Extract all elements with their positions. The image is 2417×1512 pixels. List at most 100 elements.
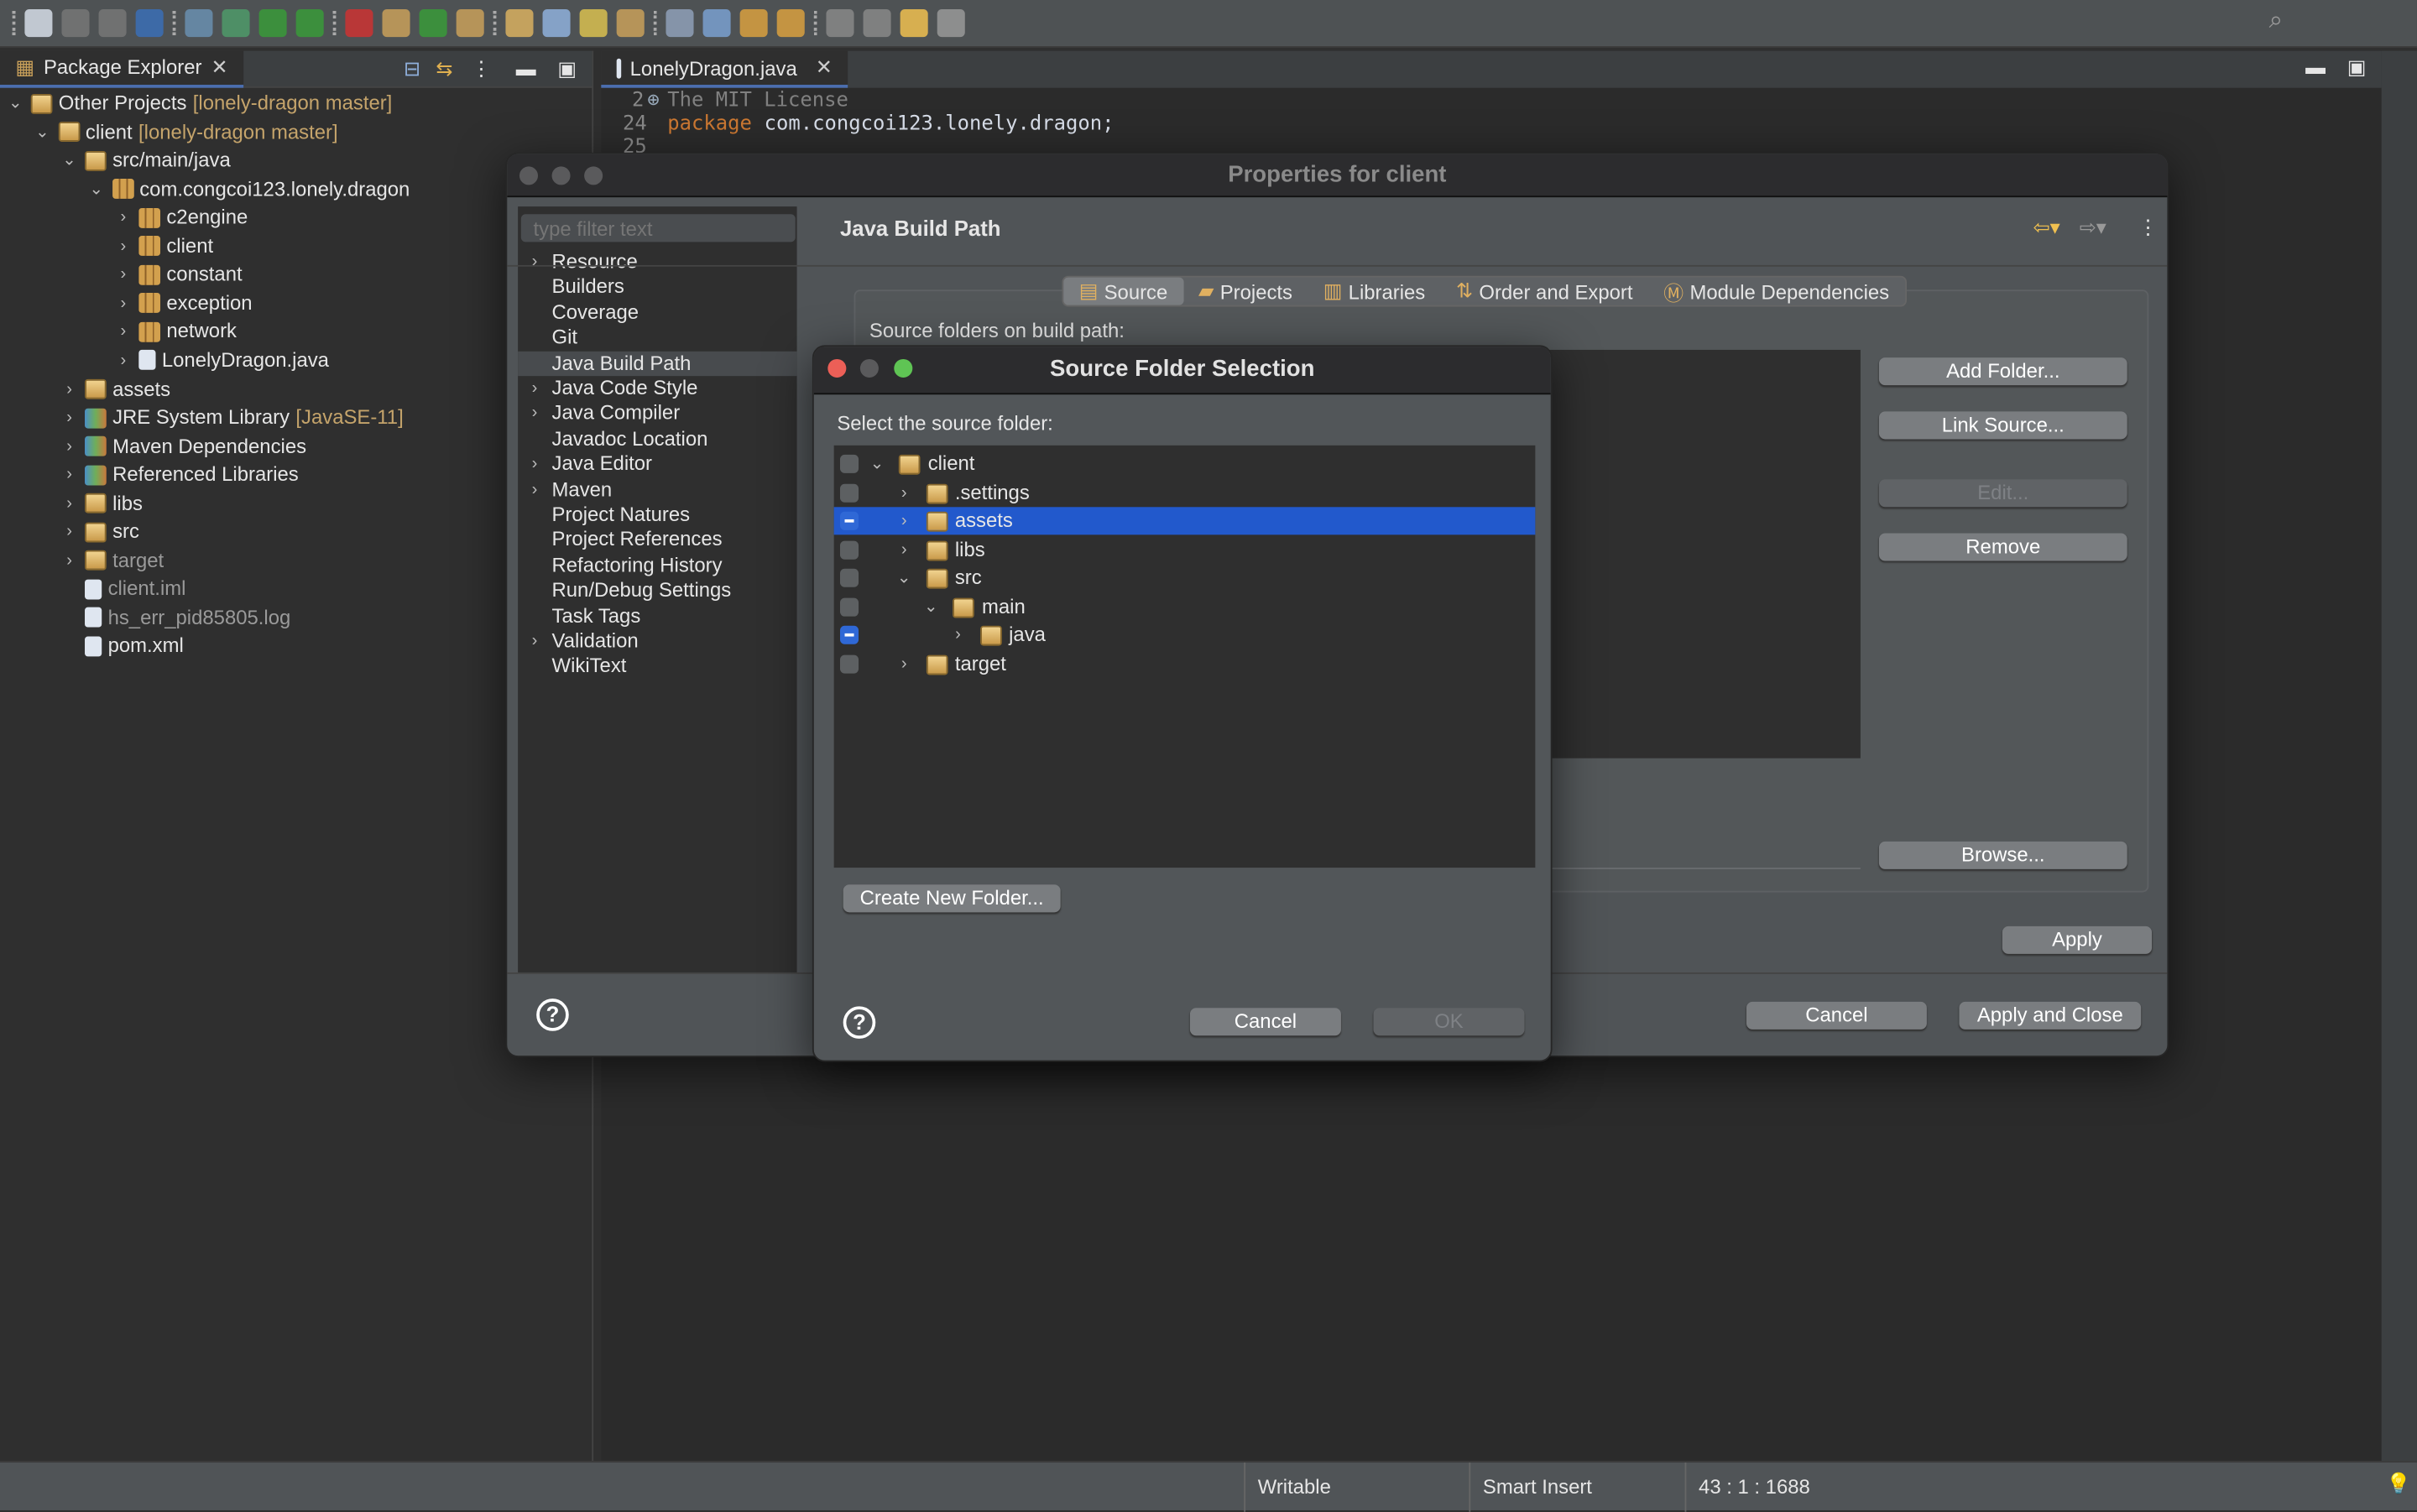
- tree-item-src[interactable]: › src: [60, 519, 139, 546]
- tree-item-client[interactable]: › client: [114, 232, 214, 260]
- chevron-right-icon[interactable]: ›: [60, 519, 79, 546]
- folder-checkbox[interactable]: [840, 454, 859, 473]
- apply-and-close-button[interactable]: Apply and Close: [1959, 1001, 2142, 1030]
- tip-lightbulb-icon[interactable]: 💡: [2386, 1472, 2411, 1496]
- tree-item-referenced-libraries[interactable]: › Referenced Libraries: [60, 461, 298, 488]
- skip-breakpoints-icon[interactable]: [185, 9, 213, 38]
- nav-item-java-compiler[interactable]: › Java Compiler: [532, 401, 680, 425]
- chevron-right-icon[interactable]: ›: [895, 478, 913, 506]
- filter-input[interactable]: [520, 214, 796, 242]
- chevron-right-icon[interactable]: ›: [895, 535, 913, 563]
- nav-item-run-debug-settings[interactable]: Run/Debug Settings: [552, 578, 732, 602]
- back-icon[interactable]: [863, 9, 891, 38]
- chevron-right-icon[interactable]: ›: [532, 628, 538, 653]
- open-type-icon[interactable]: [456, 9, 484, 38]
- chevron-down-icon[interactable]: ⌄: [921, 592, 940, 620]
- link-source-button[interactable]: Link Source...: [1878, 411, 2127, 440]
- chevron-down-icon[interactable]: ⌄: [87, 175, 106, 203]
- tree-item-client[interactable]: ⌄ client [lonely-dragon master]: [33, 118, 338, 146]
- tab-projects[interactable]: ▰ Projects: [1183, 278, 1308, 305]
- chevron-right-icon[interactable]: ›: [532, 376, 538, 400]
- folder-item-libs[interactable]: › libs: [834, 535, 1536, 563]
- chevron-right-icon[interactable]: ›: [114, 318, 133, 346]
- folder-checkbox[interactable]: [840, 654, 859, 673]
- edit-button[interactable]: Edit...: [1878, 479, 2127, 508]
- menu-icon[interactable]: ⋮: [2138, 216, 2159, 240]
- nav-item-project-references[interactable]: Project References: [552, 528, 723, 552]
- tree-item-jre-system-library[interactable]: › JRE System Library [JavaSE-11]: [60, 404, 403, 431]
- remove-button[interactable]: Remove: [1878, 533, 2127, 561]
- folder-checkbox[interactable]: [840, 511, 859, 530]
- mark-occurrences-icon[interactable]: [579, 9, 608, 38]
- create-new-folder-button[interactable]: Create New Folder...: [843, 884, 1061, 913]
- word-wrap-icon[interactable]: [616, 9, 645, 38]
- folder-item-target[interactable]: › target: [834, 649, 1536, 677]
- minimize-icon[interactable]: ▬: [516, 57, 536, 81]
- close-window-button[interactable]: [827, 358, 847, 378]
- chevron-right-icon[interactable]: ›: [60, 404, 79, 431]
- tree-item-libs[interactable]: › libs: [60, 489, 143, 517]
- forward-icon[interactable]: [900, 9, 928, 38]
- chevron-right-icon[interactable]: ›: [895, 649, 913, 677]
- tree-item-lonelydragon-java[interactable]: › LonelyDragon.java: [114, 347, 329, 374]
- nav-item-task-tags[interactable]: Task Tags: [552, 603, 641, 628]
- open-perspective-icon[interactable]: [937, 9, 965, 38]
- view-menu-icon[interactable]: ⋮: [471, 56, 491, 81]
- search-icon[interactable]: ⌕: [2269, 8, 2283, 35]
- chevron-right-icon[interactable]: ›: [60, 547, 79, 575]
- tree-item-exception[interactable]: › exception: [114, 289, 253, 317]
- chevron-right-icon[interactable]: ›: [60, 432, 79, 460]
- next-annotation-icon[interactable]: [739, 9, 768, 38]
- add-folder-button[interactable]: Add Folder...: [1878, 357, 2127, 386]
- folder-checkbox[interactable]: [840, 482, 859, 502]
- tree-item-network[interactable]: › network: [114, 318, 237, 346]
- tree-item-assets[interactable]: › assets: [60, 375, 170, 403]
- chevron-right-icon[interactable]: ›: [114, 289, 133, 317]
- chevron-down-icon[interactable]: ⌄: [33, 118, 51, 146]
- tree-item-c2engine[interactable]: › c2engine: [114, 204, 248, 232]
- tree-item-pom-xml[interactable]: pom.xml: [60, 633, 184, 660]
- close-window-button[interactable]: [519, 166, 539, 185]
- chevron-right-icon[interactable]: ›: [532, 250, 538, 274]
- tree-item-other-projects[interactable]: ⌄ Other Projects [lonely-dragon master]: [6, 90, 392, 117]
- folder-checkbox[interactable]: [840, 540, 859, 559]
- new-java-class-icon[interactable]: [419, 9, 447, 38]
- chevron-down-icon[interactable]: ⌄: [868, 450, 886, 477]
- forward-icon[interactable]: ⇨▾: [2080, 216, 2106, 240]
- new-java-package-icon[interactable]: [382, 9, 410, 38]
- folder-item-java[interactable]: › java: [834, 621, 1536, 649]
- nav-item-refactoring-history[interactable]: Refactoring History: [552, 553, 723, 577]
- tab-package-explorer[interactable]: ▦ Package Explorer ✕: [0, 50, 243, 87]
- chevron-right-icon[interactable]: ›: [60, 489, 79, 517]
- link-editor-icon[interactable]: ⇆: [436, 56, 452, 81]
- chevron-right-icon[interactable]: ›: [114, 232, 133, 260]
- help-icon[interactable]: ?: [843, 1006, 876, 1039]
- tree-item-maven-dependencies[interactable]: › Maven Dependencies: [60, 432, 306, 460]
- chevron-right-icon[interactable]: ›: [948, 621, 967, 649]
- chevron-right-icon[interactable]: ›: [532, 401, 538, 425]
- run-icon[interactable]: [258, 9, 287, 38]
- zoom-window-button[interactable]: [584, 166, 603, 185]
- help-icon[interactable]: ?: [536, 998, 569, 1031]
- zoom-window-button[interactable]: [894, 358, 913, 378]
- minimize-window-button[interactable]: [551, 166, 571, 185]
- tree-item-client-iml[interactable]: client.iml: [60, 576, 185, 603]
- nav-item-java-editor[interactable]: › Java Editor: [532, 451, 652, 476]
- tree-item-hs-err-pid85805-log[interactable]: hs_err_pid85805.log: [60, 604, 290, 632]
- folder-item-settings[interactable]: › .settings: [834, 478, 1536, 506]
- close-icon[interactable]: ✕: [211, 55, 227, 79]
- chevron-right-icon[interactable]: ›: [114, 261, 133, 289]
- folder-item-main[interactable]: ⌄ main: [834, 592, 1536, 620]
- last-edit-icon[interactable]: [826, 9, 854, 38]
- tree-item-com-congcoi123-lonely-dragon[interactable]: ⌄ com.congcoi123.lonely.dragon: [87, 175, 410, 203]
- cancel-button[interactable]: Cancel: [1189, 1008, 1341, 1036]
- new-wizard-icon[interactable]: [24, 9, 53, 38]
- tab-lonelydragon-java[interactable]: LonelyDragon.java ✕: [601, 50, 848, 88]
- previous-annotation-icon[interactable]: [776, 9, 805, 38]
- nav-item-java-code-style[interactable]: › Java Code Style: [532, 376, 698, 400]
- nav-item-javadoc-location[interactable]: Javadoc Location: [552, 426, 708, 451]
- tree-item-constant[interactable]: › constant: [114, 261, 243, 289]
- chevron-right-icon[interactable]: ›: [114, 204, 133, 232]
- browse-button[interactable]: Browse...: [1878, 841, 2127, 869]
- tab-module-dependencies[interactable]: Ⓜ Module Dependencies: [1648, 278, 1905, 305]
